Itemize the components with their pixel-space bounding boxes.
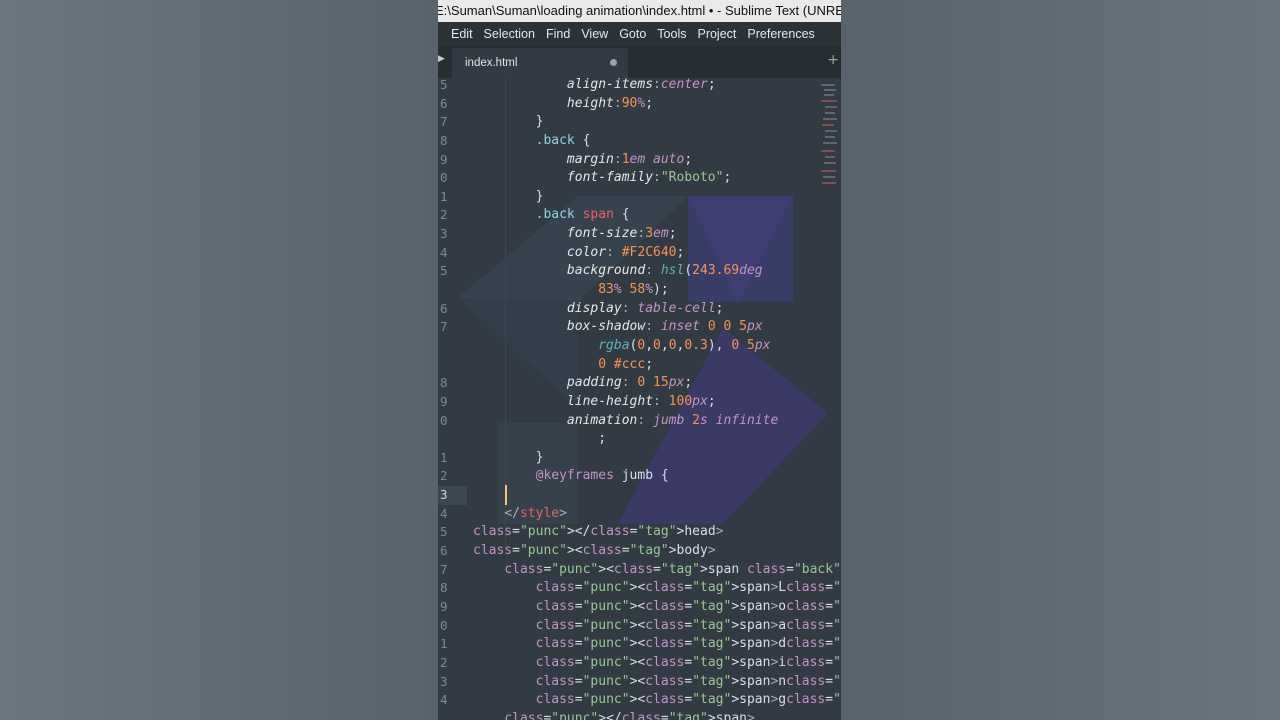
code-text: animation: jumb 2s infinite <box>566 412 779 428</box>
code-text: class="punc"><class="tag">span>nclass="p… <box>535 673 841 689</box>
code-text: } <box>473 114 544 130</box>
tab-label: index.html <box>465 57 518 69</box>
code-text: ; <box>473 431 607 447</box>
line-number: 0 <box>440 617 448 633</box>
code-text: rgba(0,0,0,0.3), 0 5px <box>598 337 771 353</box>
code-editor[interactable]: 5 align-items:center; 6 height:90%; 7 } 8 .… <box>438 78 841 720</box>
code-text: </style> <box>504 505 567 521</box>
code-text: .back span { <box>535 207 630 223</box>
minimap[interactable] <box>819 80 839 190</box>
window-title: E:\Suman\Suman\loading animation\index.h… <box>438 3 841 18</box>
line-number: 1 <box>440 188 448 204</box>
line-number: 9 <box>440 151 448 167</box>
menu-preferences[interactable]: Preferences <box>747 22 814 46</box>
line-number: 7 <box>440 561 448 577</box>
line-number: 0 <box>440 412 448 428</box>
line-number: 4 <box>440 505 448 521</box>
line-number: 6 <box>440 300 448 316</box>
line-number: 0 <box>440 170 448 186</box>
line-number: 8 <box>440 132 448 148</box>
code-text: class="punc"></class="tag">head> <box>473 524 724 540</box>
menu-selection[interactable]: Selection <box>484 22 535 46</box>
text-cursor <box>505 485 507 506</box>
code-text: class="punc"></class="tag">span> <box>504 710 755 720</box>
code-text: 0 #ccc; <box>598 356 654 372</box>
code-text: class="punc"><class="tag">span>gclass="p… <box>535 692 841 708</box>
code-text: display: table-cell; <box>566 300 724 316</box>
code-text: font-family:"Roboto"; <box>566 170 732 186</box>
code-text: class="punc"><class="tag">span>aclass="p… <box>535 617 841 633</box>
line-number: 2 <box>440 654 448 670</box>
line-number: 8 <box>440 375 448 391</box>
line-number: 6 <box>440 543 448 559</box>
tab-index-html[interactable]: index.html <box>452 48 628 78</box>
line-number: 9 <box>440 598 448 614</box>
code-text: margin:1em auto; <box>566 151 693 167</box>
code-text: height:90%; <box>566 95 654 111</box>
line-number: 5 <box>440 263 448 279</box>
code-text: 83% 58%); <box>598 282 669 298</box>
code-text: .back { <box>535 132 591 148</box>
menu-view[interactable]: View <box>581 22 608 46</box>
menu-edit[interactable]: Edit <box>451 22 473 46</box>
tab-bar: ▶ index.html + <box>438 46 841 78</box>
code-text: line-height: 100px; <box>566 393 716 409</box>
code-text: color: #F2C640; <box>566 244 685 260</box>
menu-goto[interactable]: Goto <box>619 22 646 46</box>
code-text: } <box>473 188 544 204</box>
code-text: class="punc"><class="tag">body> <box>473 543 716 559</box>
line-number: 4 <box>440 244 448 260</box>
dot-icon[interactable] <box>610 59 617 66</box>
code-text: background: hsl(243.69deg <box>566 263 763 279</box>
line-number: 8 <box>440 580 448 596</box>
line-number: 9 <box>440 393 448 409</box>
window-title-bar[interactable]: E:\Suman\Suman\loading animation\index.h… <box>438 0 841 22</box>
code-text: class="punc"><class="tag">span>Lclass="p… <box>535 580 841 596</box>
menu-project[interactable]: Project <box>697 22 736 46</box>
line-number: 7 <box>440 319 448 335</box>
menu-find[interactable]: Find <box>546 22 570 46</box>
line-number: 3 <box>440 673 448 689</box>
code-text: @keyframes jumb { <box>535 468 669 484</box>
code-text: class="punc"><class="tag">span>oclass="p… <box>535 598 841 614</box>
line-number: 2 <box>440 468 448 484</box>
code-text: class="punc"><class="tag">span class="ba… <box>504 561 841 577</box>
line-number: 2 <box>440 207 448 223</box>
triangle-right-icon[interactable]: ▶ <box>438 54 445 64</box>
sublime-window: E:\Suman\Suman\loading animation\index.h… <box>438 0 841 720</box>
line-number: 1 <box>440 449 448 465</box>
code-text: font-size:3em; <box>566 226 677 242</box>
plus-icon[interactable]: + <box>827 52 839 68</box>
code-text: class="punc"><class="tag">span>dclass="p… <box>535 636 841 652</box>
line-number: 5 <box>440 78 448 92</box>
code-text: box-shadow: inset 0 0 5px <box>566 319 763 335</box>
line-number: 4 <box>440 692 448 708</box>
code-text: align-items:center; <box>566 78 716 92</box>
line-number: 5 <box>440 524 448 540</box>
code-text: } <box>473 449 544 465</box>
line-number: 3 <box>440 487 448 503</box>
line-number: 6 <box>440 95 448 111</box>
line-number: 1 <box>440 636 448 652</box>
code-text: padding: 0 15px; <box>566 375 693 391</box>
code-text: class="punc"><class="tag">span>iclass="p… <box>535 654 841 670</box>
menu-bar: Edit Selection Find View Goto Tools Project Pre… <box>438 22 841 46</box>
line-number: 3 <box>440 226 448 242</box>
menu-tools[interactable]: Tools <box>657 22 686 46</box>
line-number: 7 <box>440 114 448 130</box>
